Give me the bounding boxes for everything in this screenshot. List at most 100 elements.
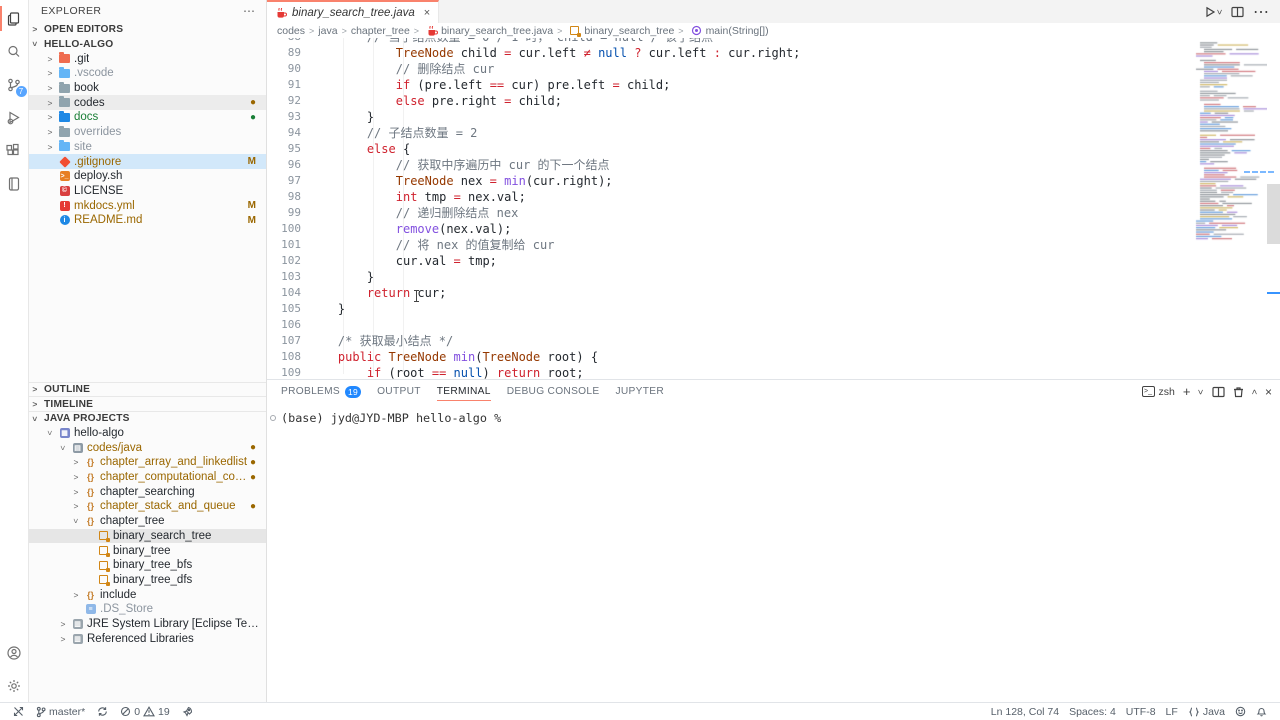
cursor-position[interactable]: Ln 128, Col 74 bbox=[986, 706, 1064, 718]
breadcrumb-codes[interactable]: codes bbox=[277, 25, 305, 37]
encoding[interactable]: UTF-8 bbox=[1121, 706, 1161, 718]
project-chapter-tree[interactable]: >{}chapter_tree bbox=[29, 514, 266, 529]
root-folder-hello-algo[interactable]: > HELLO-ALGO bbox=[29, 37, 266, 52]
terminal-output[interactable]: (base) jyd@JYD-MBP hello-algo % bbox=[267, 403, 1280, 702]
minimap[interactable] bbox=[1189, 38, 1267, 250]
more-actions-icon[interactable]: ⋯ bbox=[243, 4, 256, 18]
activitybar-source-control[interactable]: 7 bbox=[0, 68, 29, 101]
project-binary-search-tree[interactable]: binary_search_tree bbox=[29, 529, 266, 544]
project-chapter-stack-and-queue[interactable]: >{}chapter_stack_and_queue● bbox=[29, 499, 266, 514]
tab-binary-search-tree[interactable]: binary_search_tree.java × bbox=[267, 0, 439, 23]
chevron-right-icon[interactable]: > bbox=[44, 127, 56, 137]
project-include[interactable]: >{}include bbox=[29, 587, 266, 602]
project-ds-store[interactable]: ≡.DS_Store bbox=[29, 602, 266, 617]
panel-tab-debug-console[interactable]: DEBUG CONSOLE bbox=[507, 380, 600, 403]
chevron-right-icon[interactable]: > bbox=[57, 619, 69, 629]
mouse-cursor bbox=[413, 290, 420, 302]
file-book[interactable]: >book bbox=[29, 81, 266, 96]
eol-sequence[interactable]: LF bbox=[1161, 706, 1183, 718]
chevron-right-icon[interactable]: > bbox=[70, 472, 82, 482]
project-hello-algo[interactable]: >▦hello-algo bbox=[29, 426, 266, 441]
code-editor[interactable]: 88// 当子结点数量 = 0 / 1 时， child = null / 该子… bbox=[267, 38, 1280, 379]
breadcrumb-java[interactable]: java bbox=[318, 25, 337, 37]
breadcrumb-binary-search-tree[interactable]: binary_search_tree bbox=[566, 24, 674, 37]
close-panel-icon[interactable]: × bbox=[1265, 385, 1272, 399]
breadcrumb-main-string[interactable]: main(String[]) bbox=[688, 24, 769, 37]
activitybar-search[interactable] bbox=[0, 35, 29, 68]
file-deploy-sh[interactable]: >_deploy.sh bbox=[29, 169, 266, 184]
chevron-right-icon[interactable]: > bbox=[70, 487, 82, 497]
sync-button[interactable] bbox=[92, 703, 113, 720]
chevron-right-icon[interactable]: > bbox=[70, 457, 82, 467]
editor-scrollbar[interactable] bbox=[1267, 38, 1280, 379]
file-gitignore[interactable]: .gitignoreM bbox=[29, 154, 266, 169]
activitybar-explorer[interactable] bbox=[0, 2, 29, 35]
run-dropdown-icon[interactable]: > bbox=[1214, 9, 1224, 14]
chevron-down-icon[interactable]: > bbox=[58, 442, 68, 454]
java-lightweight-mode[interactable] bbox=[177, 703, 198, 720]
project-referenced-libraries[interactable]: >▥Referenced Libraries bbox=[29, 631, 266, 646]
notifications-bell-icon[interactable] bbox=[1251, 706, 1272, 717]
java-projects-section[interactable]: > JAVA PROJECTS bbox=[29, 411, 266, 426]
project-codes-java[interactable]: >▤codes/java● bbox=[29, 440, 266, 455]
activitybar-extensions[interactable] bbox=[0, 134, 29, 167]
chevron-down-icon[interactable]: > bbox=[45, 427, 55, 439]
chevron-right-icon[interactable]: > bbox=[44, 83, 56, 93]
panel-tab-output[interactable]: OUTPUT bbox=[377, 380, 421, 403]
breadcrumb-binary-search-tree-java[interactable]: binary_search_tree.java bbox=[423, 24, 553, 37]
panel-tab-jupyter[interactable]: JUPYTER bbox=[615, 380, 664, 403]
chevron-right-icon[interactable]: > bbox=[44, 142, 56, 152]
scrollbar-thumb[interactable] bbox=[1267, 184, 1280, 244]
indentation[interactable]: Spaces: 4 bbox=[1064, 706, 1121, 718]
timeline-section[interactable]: > TIMELINE bbox=[29, 396, 266, 411]
file-codes[interactable]: >codes● bbox=[29, 95, 266, 110]
project-binary-tree-dfs[interactable]: binary_tree_dfs bbox=[29, 573, 266, 588]
chevron-right-icon[interactable]: > bbox=[44, 98, 56, 108]
maximize-panel-icon[interactable]: > bbox=[1249, 389, 1259, 394]
git-branch-status[interactable]: master* bbox=[31, 703, 90, 720]
outline-section[interactable]: > OUTLINE bbox=[29, 382, 266, 397]
project-chapter-computational-complexity[interactable]: >{}chapter_computational_complexity● bbox=[29, 470, 266, 485]
chevron-right-icon[interactable]: > bbox=[44, 112, 56, 122]
terminal-dropdown-icon[interactable]: > bbox=[1196, 389, 1206, 394]
project-binary-tree[interactable]: binary_tree bbox=[29, 543, 266, 558]
chevron-down-icon[interactable]: > bbox=[71, 515, 81, 527]
open-editors-section[interactable]: > OPEN EDITORS bbox=[29, 22, 266, 37]
split-terminal-icon[interactable] bbox=[1212, 386, 1225, 398]
project-jre-system-library-eclipse-temurin-17-17[interactable]: >▥JRE System Library [Eclipse Temurin 17… bbox=[29, 617, 266, 632]
activitybar-notebook[interactable] bbox=[0, 167, 29, 200]
chevron-right-icon[interactable]: > bbox=[70, 590, 82, 600]
project-chapter-array-and-linkedlist[interactable]: >{}chapter_array_and_linkedlist● bbox=[29, 455, 266, 470]
new-terminal-button[interactable]: + bbox=[1183, 384, 1191, 399]
file-mkdocs-yml[interactable]: !mkdocs.ymlM bbox=[29, 198, 266, 213]
activitybar-account[interactable] bbox=[0, 636, 29, 669]
file-site[interactable]: >site bbox=[29, 140, 266, 155]
file-readme-md[interactable]: iREADME.mdM bbox=[29, 213, 266, 228]
breadcrumb-chapter-tree[interactable]: chapter_tree bbox=[351, 25, 410, 37]
file-license[interactable]: ©LICENSE bbox=[29, 184, 266, 199]
remote-indicator[interactable] bbox=[8, 703, 29, 720]
file-vscode[interactable]: >.vscode bbox=[29, 66, 266, 81]
problems-status[interactable]: 0 19 bbox=[115, 703, 175, 720]
launch-profile-button[interactable]: >_ zsh bbox=[1142, 386, 1175, 398]
panel-tab-problems[interactable]: PROBLEMS19 bbox=[281, 380, 361, 403]
chevron-right-icon[interactable]: > bbox=[70, 501, 82, 511]
file-docs[interactable]: >docs● bbox=[29, 110, 266, 125]
kill-terminal-icon[interactable] bbox=[1233, 386, 1244, 398]
activitybar-settings[interactable] bbox=[0, 669, 29, 702]
project-chapter-searching[interactable]: >{}chapter_searching bbox=[29, 484, 266, 499]
file-git[interactable]: >.git bbox=[29, 51, 266, 66]
split-editor-icon[interactable] bbox=[1231, 6, 1244, 18]
chevron-right-icon[interactable]: > bbox=[44, 54, 56, 64]
project-binary-tree-bfs[interactable]: binary_tree_bfs bbox=[29, 558, 266, 573]
file-overrides[interactable]: >overrides bbox=[29, 125, 266, 140]
run-button[interactable]: > bbox=[1204, 6, 1222, 18]
panel-tab-terminal[interactable]: TERMINAL bbox=[437, 380, 491, 403]
chevron-right-icon[interactable]: > bbox=[44, 68, 56, 78]
chevron-right-icon[interactable]: > bbox=[57, 634, 69, 644]
feedback-smiley-icon[interactable] bbox=[1230, 706, 1251, 717]
activitybar-run-debug[interactable] bbox=[0, 101, 29, 134]
language-mode[interactable]: Java bbox=[1183, 706, 1230, 718]
close-icon[interactable]: × bbox=[424, 7, 430, 19]
editor-more-actions-icon[interactable]: ⋯ bbox=[1253, 2, 1270, 22]
